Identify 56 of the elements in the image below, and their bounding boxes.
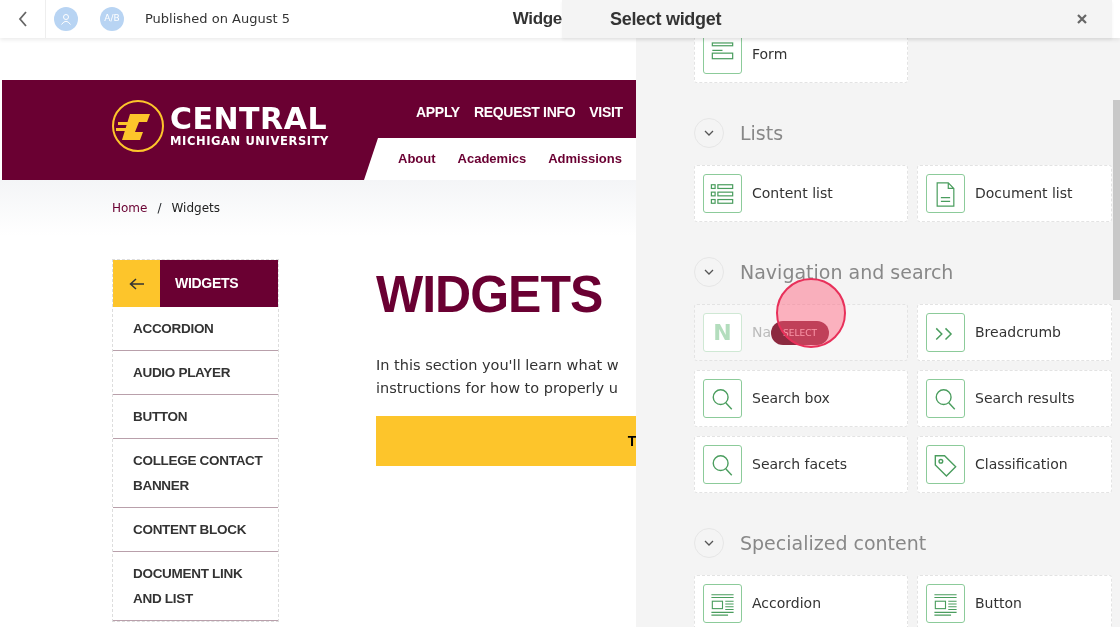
sidebar-item[interactable]: ACCORDION [113, 307, 278, 351]
section-title: Specialized content [740, 530, 927, 556]
sidebar-item[interactable]: CONTENT BLOCK [113, 508, 278, 552]
nav-link[interactable]: REQUEST INFO [473, 102, 576, 123]
sidebar-item[interactable]: AUDIO PLAYER [113, 351, 278, 395]
page-heading: WIDGETS [376, 263, 604, 326]
article-icon [703, 584, 742, 623]
logo-title: CENTRAL [170, 104, 328, 134]
sidebar-item[interactable]: BUTTON [113, 395, 278, 439]
search-icon [703, 445, 742, 484]
arrow-left-icon [128, 277, 145, 290]
nav-link[interactable]: Admissions [548, 149, 622, 169]
chevrons-icon [926, 313, 965, 352]
article-icon [926, 584, 965, 623]
widget-tile[interactable]: Classification [917, 436, 1112, 493]
user-avatar[interactable] [54, 7, 78, 31]
breadcrumb-current: Widgets [171, 200, 220, 217]
widget-tile[interactable]: Form [694, 38, 908, 83]
widget-tile[interactable]: Search results [917, 370, 1112, 427]
widget-tile[interactable]: Content list [694, 165, 908, 222]
published-date: Published on August 5 [145, 10, 290, 29]
tag-icon [926, 445, 965, 484]
letter-icon: N [703, 313, 742, 352]
widget-tile[interactable]: Button [917, 575, 1112, 627]
chevron-down-icon [704, 130, 714, 136]
section-title: Lists [740, 120, 784, 146]
logo-subtitle: MICHIGAN UNIVERSITY [170, 134, 330, 148]
call-to-action-button[interactable]: T [376, 416, 636, 466]
list-icon [703, 174, 742, 213]
breadcrumb-link[interactable]: Home [112, 199, 148, 217]
back-icon[interactable] [17, 11, 28, 27]
page-title: Widge [512, 8, 562, 31]
intro-text: In this section you'll learn what w instructions for how to properly u [376, 356, 620, 398]
logo-icon [112, 100, 164, 152]
nav-link[interactable]: VISIT [589, 102, 623, 123]
widget-tile[interactable]: Search box [694, 370, 908, 427]
search-icon [926, 379, 965, 418]
sidebar-title: WIDGETS [160, 260, 278, 307]
chevron-down-icon [704, 540, 714, 546]
widget-tile[interactable]: Document list [917, 165, 1112, 222]
back-button[interactable] [113, 260, 160, 307]
sidebar-item[interactable]: DOCUMENT LINK AND LIST [113, 552, 278, 621]
document-icon [926, 174, 965, 213]
search-icon [703, 379, 742, 418]
widget-tile[interactable]: Search facets [694, 436, 908, 493]
widget-tile[interactable]: Breadcrumb [917, 304, 1112, 361]
nav-link[interactable]: APPLY [416, 102, 460, 123]
nav-link[interactable]: About [398, 149, 436, 169]
panel-title: Select widget [610, 7, 722, 31]
sidebar-item[interactable]: COLLEGE CONTACT BANNER [113, 439, 278, 508]
widget-tile[interactable]: Accordion [694, 575, 908, 627]
chevron-down-icon [704, 269, 714, 275]
breadcrumb-separator: / [157, 200, 162, 217]
scrollbar[interactable] [1113, 100, 1120, 300]
section-title: Navigation and search [740, 259, 954, 285]
nav-link[interactable]: Academics [457, 149, 527, 169]
